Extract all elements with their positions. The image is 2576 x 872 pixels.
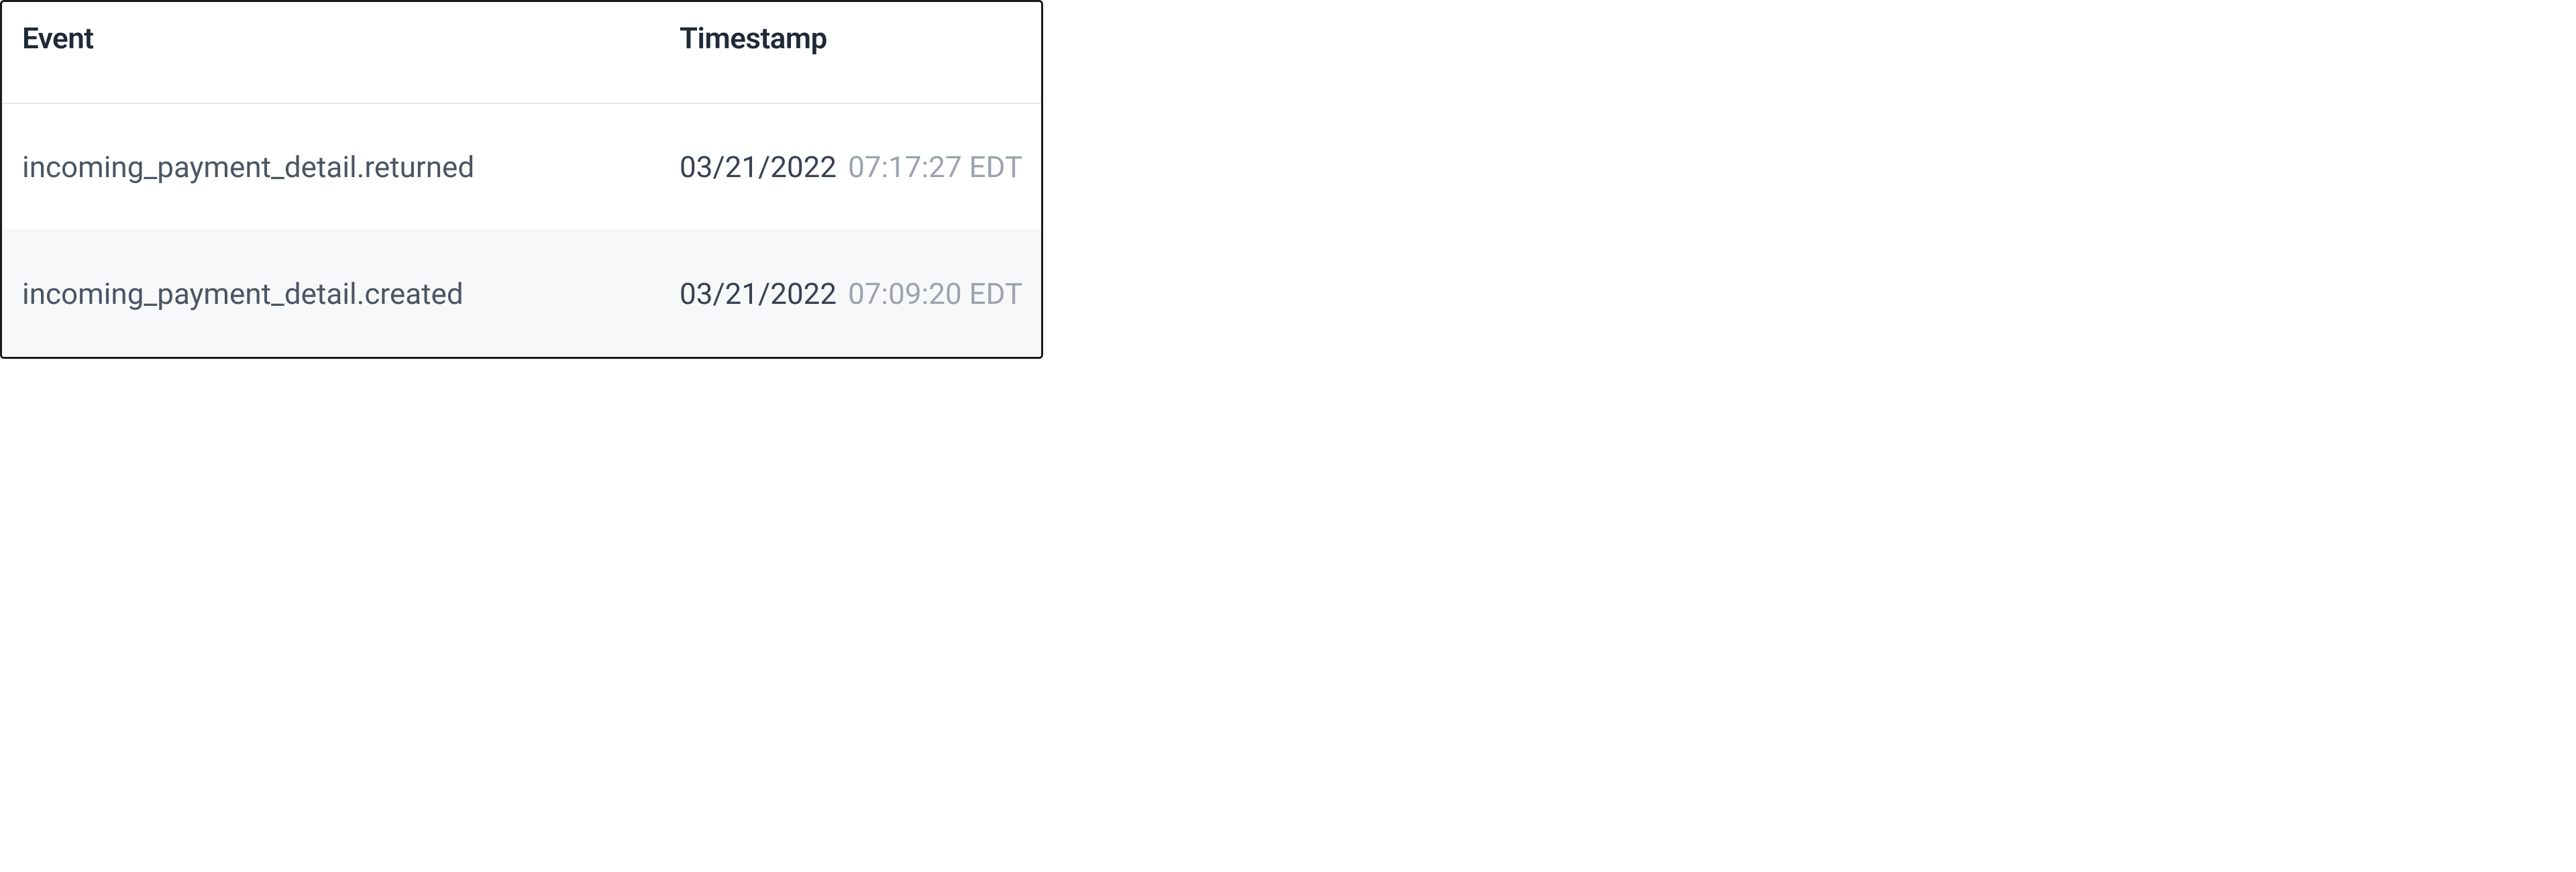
event-timestamp: 03/21/2022 07:09:20 EDT <box>680 276 1022 311</box>
timestamp-time: 07:17:27 EDT <box>848 150 1022 184</box>
event-name: incoming_payment_detail.created <box>22 276 680 311</box>
event-name: incoming_payment_detail.returned <box>22 150 680 184</box>
table-header-row: Event Timestamp <box>2 2 1041 104</box>
table-row[interactable]: incoming_payment_detail.returned 03/21/2… <box>2 104 1041 231</box>
event-timestamp: 03/21/2022 07:17:27 EDT <box>680 150 1022 184</box>
table-body: incoming_payment_detail.returned 03/21/2… <box>2 104 1041 357</box>
timestamp-time: 07:09:20 EDT <box>848 276 1022 311</box>
column-header-timestamp: Timestamp <box>680 21 827 56</box>
timestamp-date: 03/21/2022 <box>680 150 837 184</box>
column-header-event: Event <box>22 21 94 56</box>
timestamp-date: 03/21/2022 <box>680 276 837 311</box>
table-row[interactable]: incoming_payment_detail.created 03/21/20… <box>2 231 1041 357</box>
events-table: Event Timestamp incoming_payment_detail.… <box>0 0 1043 359</box>
